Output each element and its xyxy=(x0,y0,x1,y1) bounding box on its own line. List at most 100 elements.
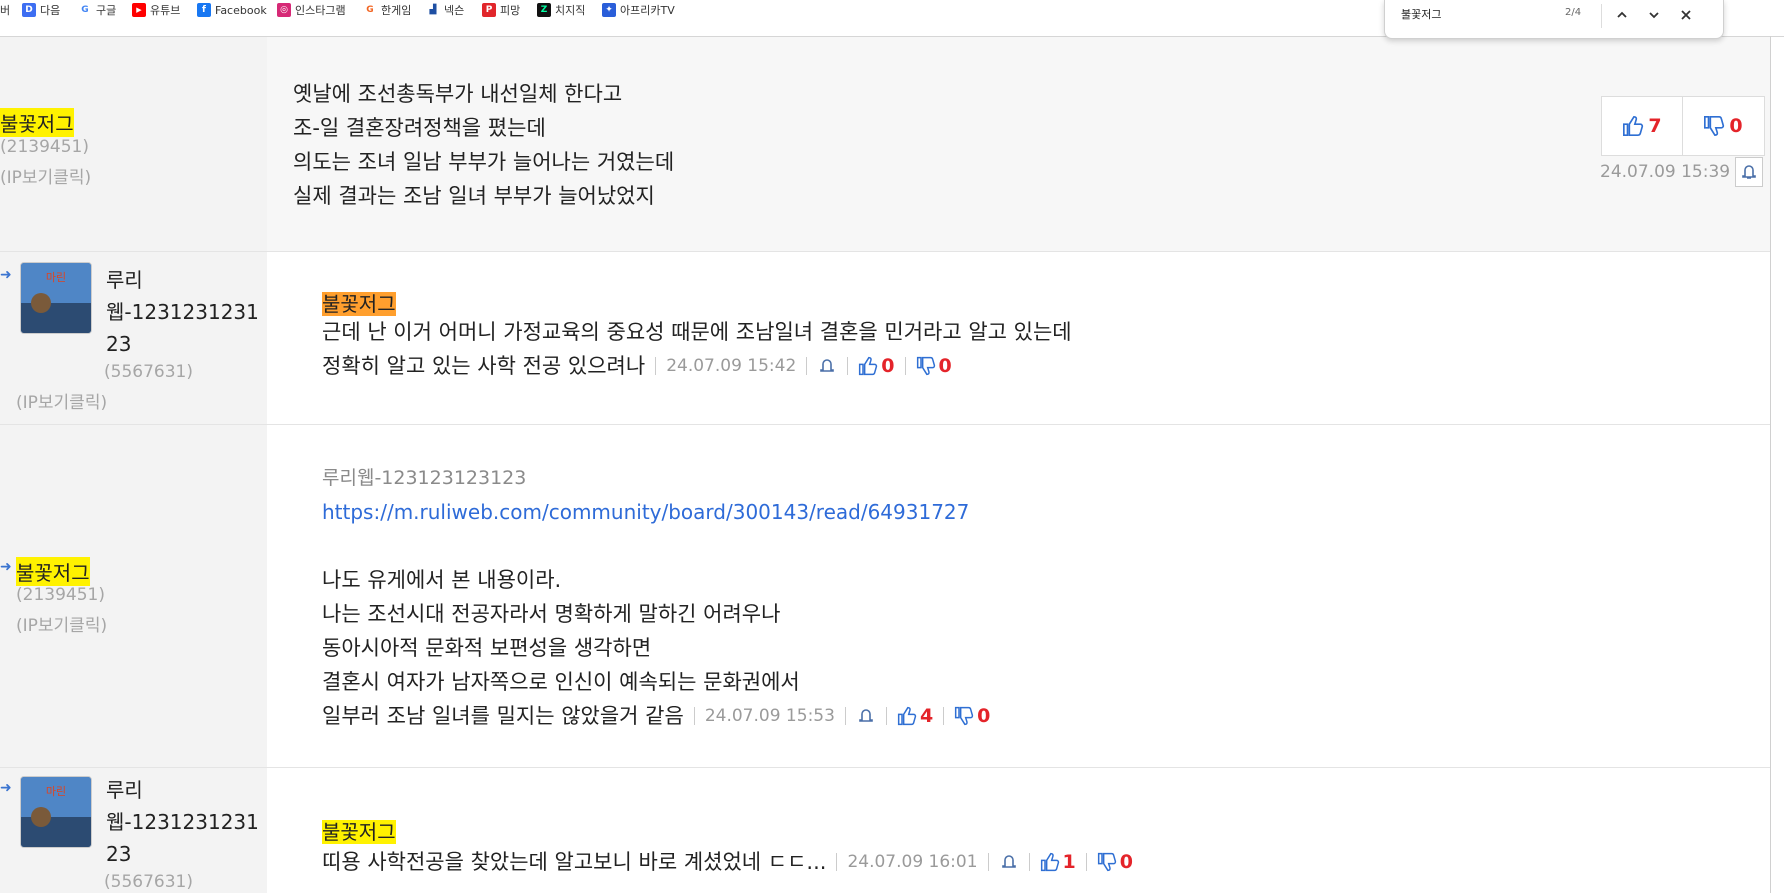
like-button[interactable]: 7 xyxy=(1602,97,1683,155)
dislike-count: 0 xyxy=(938,355,952,377)
dislike-button[interactable]: 0 xyxy=(1097,851,1133,873)
chzzk-icon: Z xyxy=(537,3,551,17)
comment-time: 24.07.09 15:42 xyxy=(666,356,797,376)
comment-author-id: (5567631) xyxy=(104,362,193,382)
comment-footer: 정확히 알고 있는 사학 전공 있으려나 24.07.09 15:42 0 0 xyxy=(322,354,952,378)
youtube-icon: ▶ xyxy=(132,3,146,17)
reply-target-nick[interactable]: 불꽃저그 xyxy=(322,820,396,844)
reply-target-nick[interactable]: 불꽃저그 xyxy=(322,292,396,316)
reply-arrow-icon: ➜ xyxy=(0,559,12,575)
bookmark-afreecatv[interactable]: ✦ 아프리카TV xyxy=(602,0,675,20)
instagram-icon: ◎ xyxy=(277,3,291,17)
comment-time: 24.07.09 16:01 xyxy=(847,852,978,872)
bookmark-chzzk[interactable]: Z 치지직 xyxy=(537,0,585,20)
like-count: 0 xyxy=(881,355,895,377)
comment-body: 루리웹-123123123123 https://m.ruliweb.com/c… xyxy=(322,461,990,733)
comment-body: 불꽃저그 근데 난 이거 어머니 가정교육의 중요성 때문에 조남일녀 결혼을 … xyxy=(322,288,1072,383)
bookmark-pmang[interactable]: P 피망 xyxy=(482,0,520,20)
find-next-button[interactable] xyxy=(1641,2,1667,28)
find-close-button[interactable] xyxy=(1673,2,1699,28)
find-bar: 불꽃저그 2/4 xyxy=(1384,0,1724,39)
hangame-icon: G xyxy=(363,3,377,17)
chevron-up-icon xyxy=(1617,11,1627,18)
comment-time: 24.07.09 15:39 xyxy=(1600,162,1731,182)
scrollbar-track[interactable] xyxy=(1770,36,1771,893)
pmang-icon: P xyxy=(482,3,496,17)
comment-author-id: (2139451) xyxy=(16,585,105,605)
svg-text:마린: 마린 xyxy=(46,785,66,798)
svg-text:마린: 마린 xyxy=(46,271,66,284)
comment-row: ➜ 마린 루리 웹-1231231231 23 (5567631) 불꽃저그 띠… xyxy=(0,768,1770,893)
report-button[interactable] xyxy=(999,852,1019,872)
like-count: 1 xyxy=(1062,851,1076,873)
dislike-count: 0 xyxy=(977,705,991,727)
comment-author-nick[interactable]: 루리 웹-1231231231 23 xyxy=(106,264,259,360)
facebook-icon: f xyxy=(197,3,211,17)
dislike-count: 0 xyxy=(1729,115,1743,137)
like-button[interactable]: 1 xyxy=(1040,851,1076,873)
vote-box: 7 0 xyxy=(1601,96,1765,156)
like-count: 4 xyxy=(919,705,934,727)
chevron-down-icon xyxy=(1649,12,1659,19)
close-icon xyxy=(1681,10,1691,20)
bell-icon xyxy=(820,359,835,372)
bookmark-daum[interactable]: D 다음 xyxy=(22,0,60,20)
find-match-count: 2/4 xyxy=(1565,7,1582,18)
avatar[interactable]: 마린 xyxy=(20,776,92,848)
comment-footer: 일부러 조남 일녀를 밀지는 않았을거 같음 24.07.09 15:53 4 … xyxy=(322,704,991,728)
comment-row: 불꽃저그 (2139451) (IP보기클릭) 옛날에 조선총독부가 내선일체 … xyxy=(0,37,1770,252)
thumbs-down-icon xyxy=(916,356,935,376)
quoted-author: 루리웹-123123123123 xyxy=(322,467,527,489)
find-query-input[interactable]: 불꽃저그 xyxy=(1401,6,1441,22)
find-divider xyxy=(1601,4,1602,28)
ip-view-link[interactable]: (IP보기클릭) xyxy=(0,163,91,188)
dislike-count: 0 xyxy=(1119,851,1134,873)
ip-view-link[interactable]: (IP보기클릭) xyxy=(16,611,107,636)
afreecatv-icon: ✦ xyxy=(602,3,616,17)
bookmark-naver[interactable]: 버 xyxy=(0,0,10,20)
post-link[interactable]: https://m.ruliweb.com/community/board/30… xyxy=(322,495,990,529)
bookmark-youtube[interactable]: ▶ 유튜브 xyxy=(132,0,180,20)
report-button[interactable] xyxy=(856,706,876,726)
dislike-button[interactable]: 0 xyxy=(916,355,952,377)
comment-row: ➜ 마린 루리 웹-1231231231 23 (5567631) (IP보기클… xyxy=(0,252,1770,425)
comment-author-id: (5567631) xyxy=(104,872,193,892)
bookmark-google[interactable]: G 구글 xyxy=(78,0,116,20)
bell-icon xyxy=(1001,855,1016,868)
like-button[interactable]: 4 xyxy=(897,705,933,727)
comment-footer: 띠용 사학전공을 찾았는데 알고보니 바로 계셨었네 ㄷㄷ... 24.07.0… xyxy=(322,850,1134,874)
nexon-icon: ▟ xyxy=(426,3,440,17)
dislike-button[interactable]: 0 xyxy=(1683,97,1763,155)
thumbs-up-icon xyxy=(897,706,917,726)
dislike-button[interactable]: 0 xyxy=(954,705,990,727)
comment-time: 24.07.09 15:53 xyxy=(704,706,835,726)
bookmark-facebook[interactable]: f Facebook xyxy=(197,0,267,20)
ip-view-link[interactable]: (IP보기클릭) xyxy=(16,388,107,413)
comment-author-nick[interactable]: 불꽃저그 xyxy=(16,557,90,586)
comment-author-id: (2139451) xyxy=(0,137,89,157)
report-button[interactable] xyxy=(1735,157,1763,187)
comment-author-nick[interactable]: 루리 웹-1231231231 23 xyxy=(106,774,259,870)
comment-body: 불꽃저그 띠용 사학전공을 찾았는데 알고보니 바로 계셨었네 ㄷㄷ... 24… xyxy=(322,816,1133,879)
thumbs-down-icon xyxy=(1097,852,1116,872)
thumbs-up-icon xyxy=(1040,852,1059,872)
bell-icon xyxy=(859,709,873,722)
avatar[interactable]: 마린 xyxy=(20,262,92,334)
like-button[interactable]: 0 xyxy=(858,355,895,377)
comment-body: 옛날에 조선총독부가 내선일체 한다고 조-일 결혼장려정책을 폈는데 의도는 … xyxy=(293,82,675,208)
thumbs-up-icon xyxy=(1623,116,1644,136)
find-prev-button[interactable] xyxy=(1609,2,1635,28)
daum-icon: D xyxy=(22,3,36,17)
bookmark-nexon[interactable]: ▟ 넥슨 xyxy=(426,0,464,20)
thumbs-up-icon xyxy=(859,356,878,376)
comment-author-nick[interactable]: 불꽃저그 xyxy=(0,108,74,137)
avatar-image: 마린 xyxy=(21,263,91,333)
report-button[interactable] xyxy=(817,356,837,376)
bookmark-instagram[interactable]: ◎ 인스타그램 xyxy=(277,0,346,20)
bookmark-hangame[interactable]: G 한게임 xyxy=(363,0,411,20)
reply-arrow-icon: ➜ xyxy=(0,780,12,796)
comment-row: ➜ 불꽃저그 (2139451) (IP보기클릭) 루리웹-1231231231… xyxy=(0,425,1770,768)
reply-arrow-icon: ➜ xyxy=(0,267,12,283)
google-icon: G xyxy=(78,3,92,17)
avatar-image: 마린 xyxy=(21,777,91,847)
